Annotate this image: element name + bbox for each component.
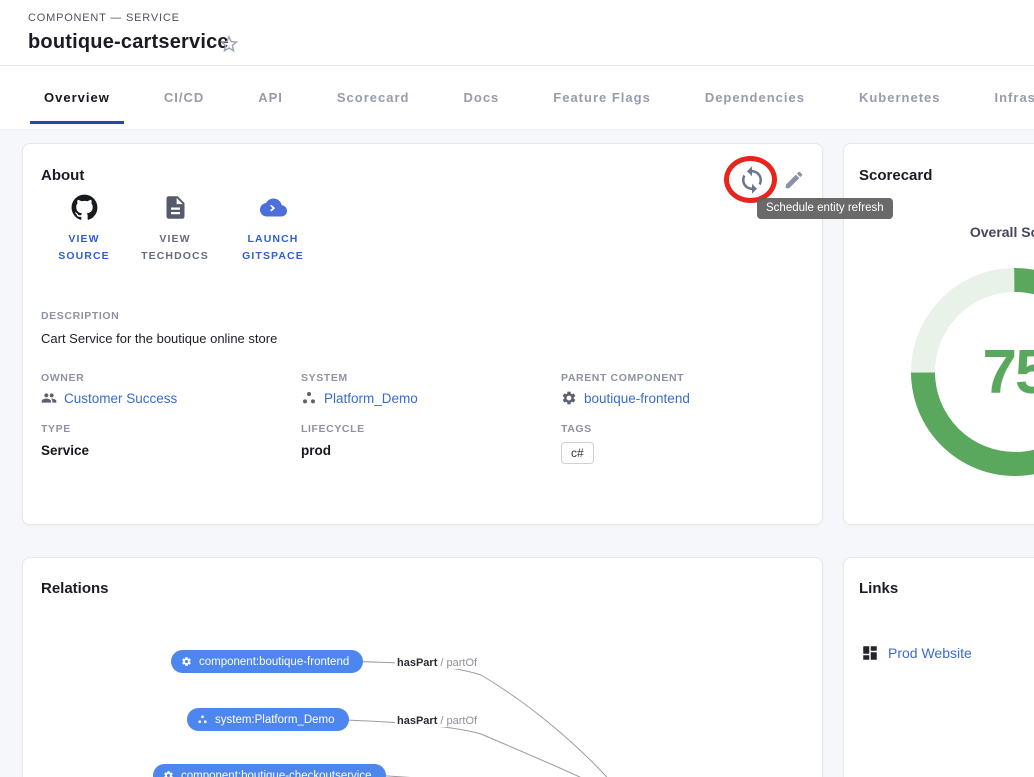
description-value: Cart Service for the boutique online sto… <box>41 331 277 346</box>
refresh-sync-icon <box>737 165 767 195</box>
page-header: COMPONENT — SERVICE boutique-cartservice <box>0 0 1034 66</box>
tab-infrastructure[interactable]: Infrastructure <box>981 66 1034 129</box>
schedule-refresh-tooltip: Schedule entity refresh <box>757 198 893 219</box>
view-source-label: VIEW SOURCE <box>45 231 123 266</box>
parent-component-link[interactable]: boutique-frontend <box>561 390 690 406</box>
links-card-title: Links <box>859 580 898 597</box>
group-people-icon <box>41 390 57 406</box>
parent-component-label: PARENT COMPONENT <box>561 372 684 384</box>
gitspace-cloud-icon <box>260 194 287 221</box>
owner-label: OWNER <box>41 372 84 384</box>
graph-node-label: component:boutique-frontend <box>199 656 349 668</box>
about-card-title: About <box>41 167 84 184</box>
view-techdocs-label: VIEW TECHDOCS <box>129 231 221 266</box>
view-techdocs-button[interactable]: VIEW TECHDOCS <box>129 194 221 266</box>
tab-feature-flags[interactable]: Feature Flags <box>539 66 665 129</box>
parent-component-value: boutique-frontend <box>584 391 690 406</box>
system-triangle-icon <box>301 390 317 406</box>
tags-label: TAGS <box>561 423 592 435</box>
tag-chip[interactable]: c# <box>561 442 594 464</box>
tab-bar: Overview CI/CD API Scorecard Docs Featur… <box>0 66 1034 130</box>
description-label: DESCRIPTION <box>41 310 119 322</box>
graph-node-boutique-frontend[interactable]: component:boutique-frontend <box>171 650 363 673</box>
tab-dependencies[interactable]: Dependencies <box>691 66 819 129</box>
about-card: About VIEW SOURCE VIEW TECHDOCS LAUNCH G… <box>22 143 823 525</box>
github-icon <box>71 194 98 221</box>
overall-score-label: Overall Score <box>905 224 1034 240</box>
tab-cicd[interactable]: CI/CD <box>150 66 218 129</box>
relations-card: Relations hasPart / partOf hasPart / par… <box>22 557 823 777</box>
overall-score-donut: 75 <box>911 268 1034 476</box>
system-triangle-icon <box>197 714 208 725</box>
graph-node-boutique-checkoutservice[interactable]: component:boutique-checkoutservice <box>153 764 386 777</box>
prod-website-link[interactable]: Prod Website <box>861 644 972 662</box>
techdocs-document-icon <box>162 194 189 221</box>
view-source-button[interactable]: VIEW SOURCE <box>45 194 123 266</box>
edge-label: hasPart / partOf <box>395 657 479 669</box>
tab-overview[interactable]: Overview <box>30 66 124 129</box>
system-label: SYSTEM <box>301 372 348 384</box>
about-actions: VIEW SOURCE VIEW TECHDOCS LAUNCH GITSPAC… <box>45 194 319 266</box>
schedule-refresh-button[interactable] <box>737 165 767 195</box>
launch-gitspace-label: LAUNCH GITSPACE <box>227 231 319 266</box>
owner-value: Customer Success <box>64 391 177 406</box>
component-gear-icon <box>561 390 577 406</box>
component-gear-icon <box>181 656 192 667</box>
tab-kubernetes[interactable]: Kubernetes <box>845 66 955 129</box>
edit-entity-button[interactable] <box>783 169 805 191</box>
tab-docs[interactable]: Docs <box>449 66 513 129</box>
type-value: Service <box>41 443 89 458</box>
tab-api[interactable]: API <box>244 66 297 129</box>
entity-kind-label: COMPONENT — SERVICE <box>28 12 180 24</box>
launch-gitspace-button[interactable]: LAUNCH GITSPACE <box>227 194 319 266</box>
graph-node-label: component:boutique-checkoutservice <box>181 770 372 777</box>
links-card: Links Prod Website <box>843 557 1034 777</box>
prod-website-label: Prod Website <box>888 645 972 661</box>
scorecard-card-title: Scorecard <box>859 167 932 184</box>
dashboard-grid-icon <box>861 644 879 662</box>
favorite-star-icon[interactable] <box>218 33 240 55</box>
type-label: TYPE <box>41 423 71 435</box>
entity-page: COMPONENT — SERVICE boutique-cartservice… <box>0 0 1034 777</box>
tab-scorecard[interactable]: Scorecard <box>323 66 424 129</box>
edge-label: hasPart / partOf <box>395 715 479 727</box>
system-value: Platform_Demo <box>324 391 418 406</box>
lifecycle-value: prod <box>301 443 331 458</box>
component-gear-icon <box>163 770 174 777</box>
system-link[interactable]: Platform_Demo <box>301 390 418 406</box>
graph-node-platform-demo[interactable]: system:Platform_Demo <box>187 708 349 731</box>
graph-node-label: system:Platform_Demo <box>215 714 335 726</box>
pencil-edit-icon <box>783 169 805 191</box>
owner-link[interactable]: Customer Success <box>41 390 177 406</box>
overall-score-value: 75 <box>911 268 1034 476</box>
lifecycle-label: LIFECYCLE <box>301 423 365 435</box>
page-title: boutique-cartservice <box>28 31 229 54</box>
